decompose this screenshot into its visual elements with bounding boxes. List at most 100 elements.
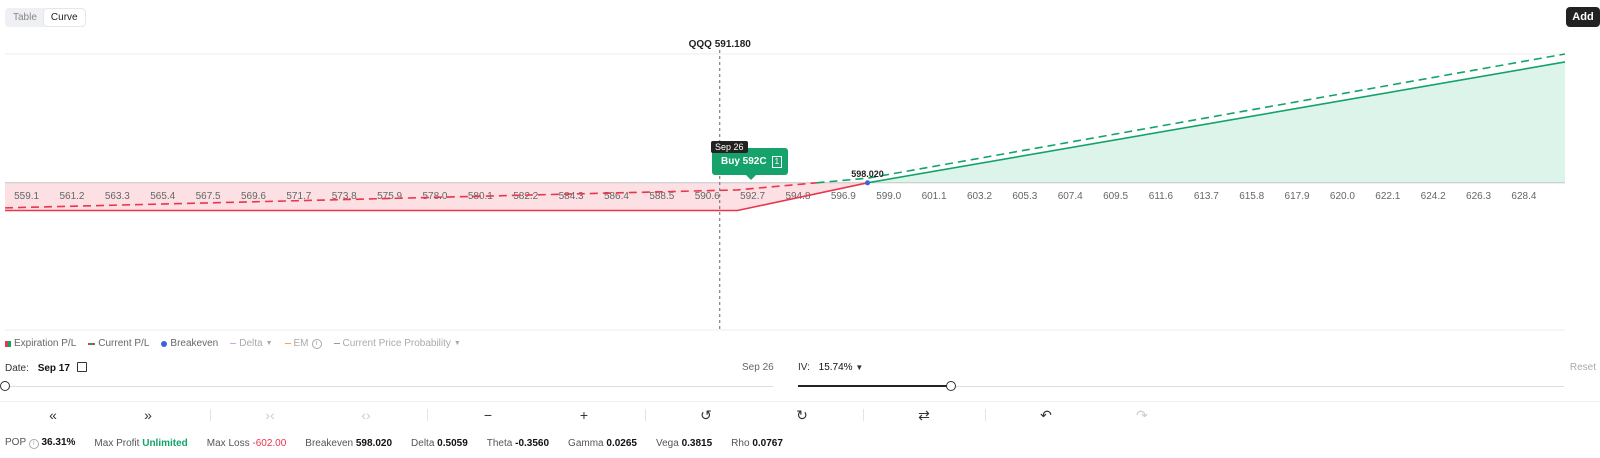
legend-delta[interactable]: Delta ▼: [230, 338, 273, 349]
stat-pop: POP i 36.31%: [5, 437, 75, 449]
reset-button[interactable]: Reset: [1570, 362, 1596, 373]
toolbar-divider: [985, 409, 986, 421]
date-slider-track[interactable]: [5, 386, 773, 387]
stat-label: Vega: [655, 437, 679, 449]
redo-icon[interactable]: ↷: [1132, 407, 1152, 424]
x-tick-label: 565.4: [150, 191, 175, 202]
pl-chart[interactable]: 559.1 561.2 563.3 565.4 567.5 569.6 571.7 573.8…: [0, 36, 1600, 336]
stat-label: Gamma: [568, 437, 604, 449]
stat-label: Delta: [411, 437, 435, 449]
legend-em[interactable]: EM i: [284, 338, 322, 349]
plus-icon[interactable]: +: [574, 407, 594, 423]
legend-swatch-probability: [333, 343, 340, 344]
x-tick-label: 626.3: [1466, 191, 1491, 202]
legend-label: Current Price Probability: [342, 338, 451, 349]
stat-rho: Rho 0.0767: [731, 438, 783, 449]
stat-delta: Delta 0.5059: [411, 438, 468, 449]
legend-label: Current P/L: [98, 338, 150, 349]
legend-label: Delta: [239, 338, 263, 349]
stat-label: Theta: [486, 437, 513, 449]
stat-value: 0.3815: [681, 437, 713, 449]
legend-expiration-pl[interactable]: Expiration P/L: [5, 338, 76, 349]
toolbar-divider: [210, 409, 211, 421]
stat-label: Max Profit: [94, 437, 140, 449]
stat-label: Breakeven: [305, 437, 354, 449]
curve-tab[interactable]: Curve: [43, 9, 85, 26]
stat-max-loss: Max Loss -602.00: [207, 438, 287, 449]
position-qty-badge: 1: [771, 156, 783, 168]
x-tick-label: 603.2: [967, 191, 992, 202]
swap-icon[interactable]: ⇄: [914, 407, 934, 424]
stat-label: Max Loss: [206, 437, 250, 449]
iv-slider-fill: [798, 385, 952, 387]
legend-swatch-expiration: [5, 340, 11, 347]
stat-theta: Theta -0.3560: [487, 438, 549, 449]
date-control: Date: Sep 17: [5, 362, 87, 374]
x-tick-label: 609.5: [1103, 191, 1128, 202]
chart-title: QQQ 591.180: [689, 39, 752, 50]
legend-breakeven[interactable]: Breakeven: [161, 338, 218, 349]
legend-swatch-em: [284, 343, 291, 344]
stat-breakeven: Breakeven 598.020: [305, 438, 392, 449]
minus-icon[interactable]: −: [478, 407, 498, 423]
x-tick-label: 584.3: [559, 191, 584, 202]
legend-label: EM: [293, 338, 309, 349]
x-tick-label: 615.8: [1239, 191, 1264, 202]
info-icon[interactable]: i: [28, 439, 39, 449]
add-button[interactable]: Add: [1566, 7, 1600, 27]
caret-down-icon[interactable]: ▼: [855, 363, 863, 372]
stat-value: -602.00: [252, 437, 287, 449]
caret-down-icon: ▼: [265, 340, 273, 347]
undo-icon[interactable]: ↶: [1036, 407, 1056, 424]
shift-far-left-icon[interactable]: «: [43, 407, 63, 423]
legend-swatch-current: [88, 342, 96, 345]
info-icon[interactable]: i: [311, 338, 322, 349]
shift-far-right-icon[interactable]: »: [138, 407, 158, 423]
stat-value: -0.3560: [515, 437, 550, 449]
calendar-icon[interactable]: [76, 362, 87, 372]
x-tick-label: 578.0: [422, 191, 447, 202]
zoom-in-range-icon[interactable]: ›‹: [260, 407, 280, 423]
chart-toolbar: « » ›‹ ‹› − + ↺ ↻ ⇄ ↶ ↷: [0, 401, 1600, 428]
legend-label: Expiration P/L: [14, 338, 77, 349]
legend-swatch-breakeven: [161, 340, 168, 347]
breakeven-point: [865, 180, 871, 186]
date-value[interactable]: Sep 17: [38, 363, 70, 374]
toolbar-divider: [863, 409, 864, 421]
history-forward-icon[interactable]: ↻: [792, 407, 812, 424]
x-tick-label: 596.9: [831, 191, 856, 202]
x-tick-label: 605.3: [1012, 191, 1037, 202]
x-tick-label: 563.3: [105, 191, 130, 202]
iv-value[interactable]: 15.74%: [819, 362, 853, 373]
x-tick-label: 624.2: [1421, 191, 1446, 202]
caret-down-icon: ▼: [453, 340, 461, 347]
x-tick-label: 622.1: [1375, 191, 1400, 202]
stat-value: 0.0767: [752, 437, 783, 449]
history-back-icon[interactable]: ↺: [696, 407, 716, 424]
table-tab[interactable]: Table: [6, 9, 44, 26]
legend-current-price-probability[interactable]: Current Price Probability ▼: [333, 338, 461, 349]
breakeven-label: 598.020: [851, 169, 884, 179]
date-slider-handle[interactable]: [0, 381, 10, 391]
stat-value: 0.5059: [437, 437, 468, 449]
x-tick-label: 590.6: [695, 191, 720, 202]
x-tick-label: 561.2: [59, 191, 84, 202]
toolbar-divider: [645, 409, 646, 421]
x-tick-label: 569.6: [241, 191, 266, 202]
x-tick-label: 592.7: [740, 191, 765, 202]
iv-label: IV:: [798, 362, 810, 373]
stat-max-profit: Max Profit Unlimited: [94, 438, 187, 449]
x-tick-label: 607.4: [1058, 191, 1083, 202]
legend-current-pl[interactable]: Current P/L: [88, 338, 149, 349]
position-label: Buy 592C: [721, 156, 767, 167]
stat-label: POP: [5, 437, 26, 448]
view-toggle: Table Curve: [5, 8, 86, 27]
tooltip-arrow: [746, 175, 756, 180]
date-label: Date:: [5, 363, 29, 374]
iv-slider-handle[interactable]: [946, 381, 957, 391]
x-tick-label: 575.9: [377, 191, 402, 202]
zoom-out-range-icon[interactable]: ‹›: [356, 407, 376, 423]
x-tick-label: 628.4: [1511, 191, 1536, 202]
x-tick-label: 567.5: [196, 191, 221, 202]
chart-legend: Expiration P/L Current P/L Breakeven Del…: [5, 338, 461, 349]
